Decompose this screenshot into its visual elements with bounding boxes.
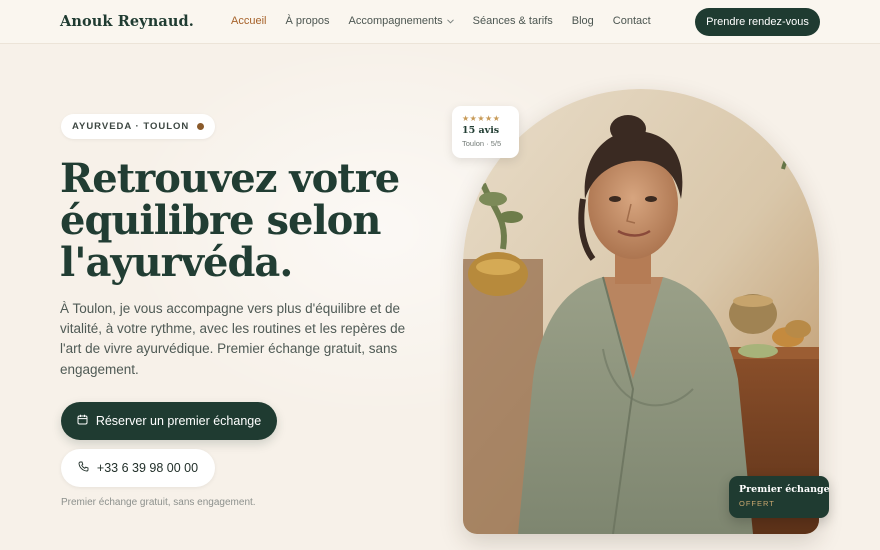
- calendar-icon: [77, 414, 88, 428]
- nav-item-accompagnements[interactable]: Accompagnements: [349, 15, 454, 27]
- nav-item-label: Blog: [571, 15, 594, 27]
- main-menu: Accueil À propos Accompagnements Séances…: [231, 15, 670, 27]
- nav-item-label: Séances & tarifs: [472, 15, 553, 27]
- hero-headline: Retrouvez votre équilibre selon l'ayurvé…: [60, 158, 400, 284]
- reserve-first-meeting-button[interactable]: Réserver un premier échange: [61, 402, 277, 440]
- offer-title: Premier échange: [739, 484, 830, 495]
- nav-item-accueil[interactable]: Accueil: [231, 15, 266, 27]
- offer-subtitle: OFFERT: [739, 499, 775, 508]
- phone-icon: [78, 461, 89, 475]
- reviews-card[interactable]: ★★★★★ 15 avis Toulon · 5/5: [452, 106, 519, 158]
- nav-item-label: À propos: [285, 15, 330, 27]
- location-badge: AYURVEDA · TOULON: [61, 114, 216, 139]
- nav-item-a-propos[interactable]: À propos: [285, 15, 329, 27]
- book-appointment-button[interactable]: Prendre rendez-vous: [695, 8, 820, 36]
- button-label: Réserver un premier échange: [95, 414, 262, 428]
- rating-stars: ★★★★★: [462, 114, 501, 123]
- phone-call-button[interactable]: +33 6 39 98 00 00: [61, 449, 215, 487]
- review-count: 15 avis: [462, 125, 500, 136]
- nav-item-label: Accompagnements: [348, 15, 443, 27]
- headline-line: Retrouvez votre: [60, 155, 400, 202]
- button-label: +33 6 39 98 00 00: [96, 461, 199, 475]
- nav-item-label: Accueil: [231, 15, 267, 27]
- hero-description: À Toulon, je vous accompagne vers plus d…: [60, 301, 406, 377]
- nav-item-label: Contact: [612, 15, 651, 27]
- chevron-down-icon: [446, 17, 454, 26]
- headline-line: l'ayurvéda.: [60, 239, 293, 286]
- badge-label: AYURVEDA · TOULON: [72, 121, 190, 132]
- headline-line: équilibre selon: [60, 197, 381, 244]
- status-dot-icon: [197, 123, 205, 130]
- nav-item-contact[interactable]: Contact: [613, 15, 651, 27]
- free-first-meeting-card: Premier échange OFFERT: [729, 476, 830, 518]
- portrait-photo: [463, 89, 819, 534]
- brand-logo[interactable]: Anouk Reynaud.: [60, 13, 194, 30]
- review-subtitle: Toulon · 5/5: [462, 139, 502, 148]
- nav-item-seances-tarifs[interactable]: Séances & tarifs: [473, 15, 553, 27]
- nav-item-blog[interactable]: Blog: [572, 15, 594, 27]
- hero-note: Premier échange gratuit, sans engagement…: [61, 497, 256, 508]
- top-navigation: Anouk Reynaud. Accueil À propos Accompag…: [0, 0, 880, 44]
